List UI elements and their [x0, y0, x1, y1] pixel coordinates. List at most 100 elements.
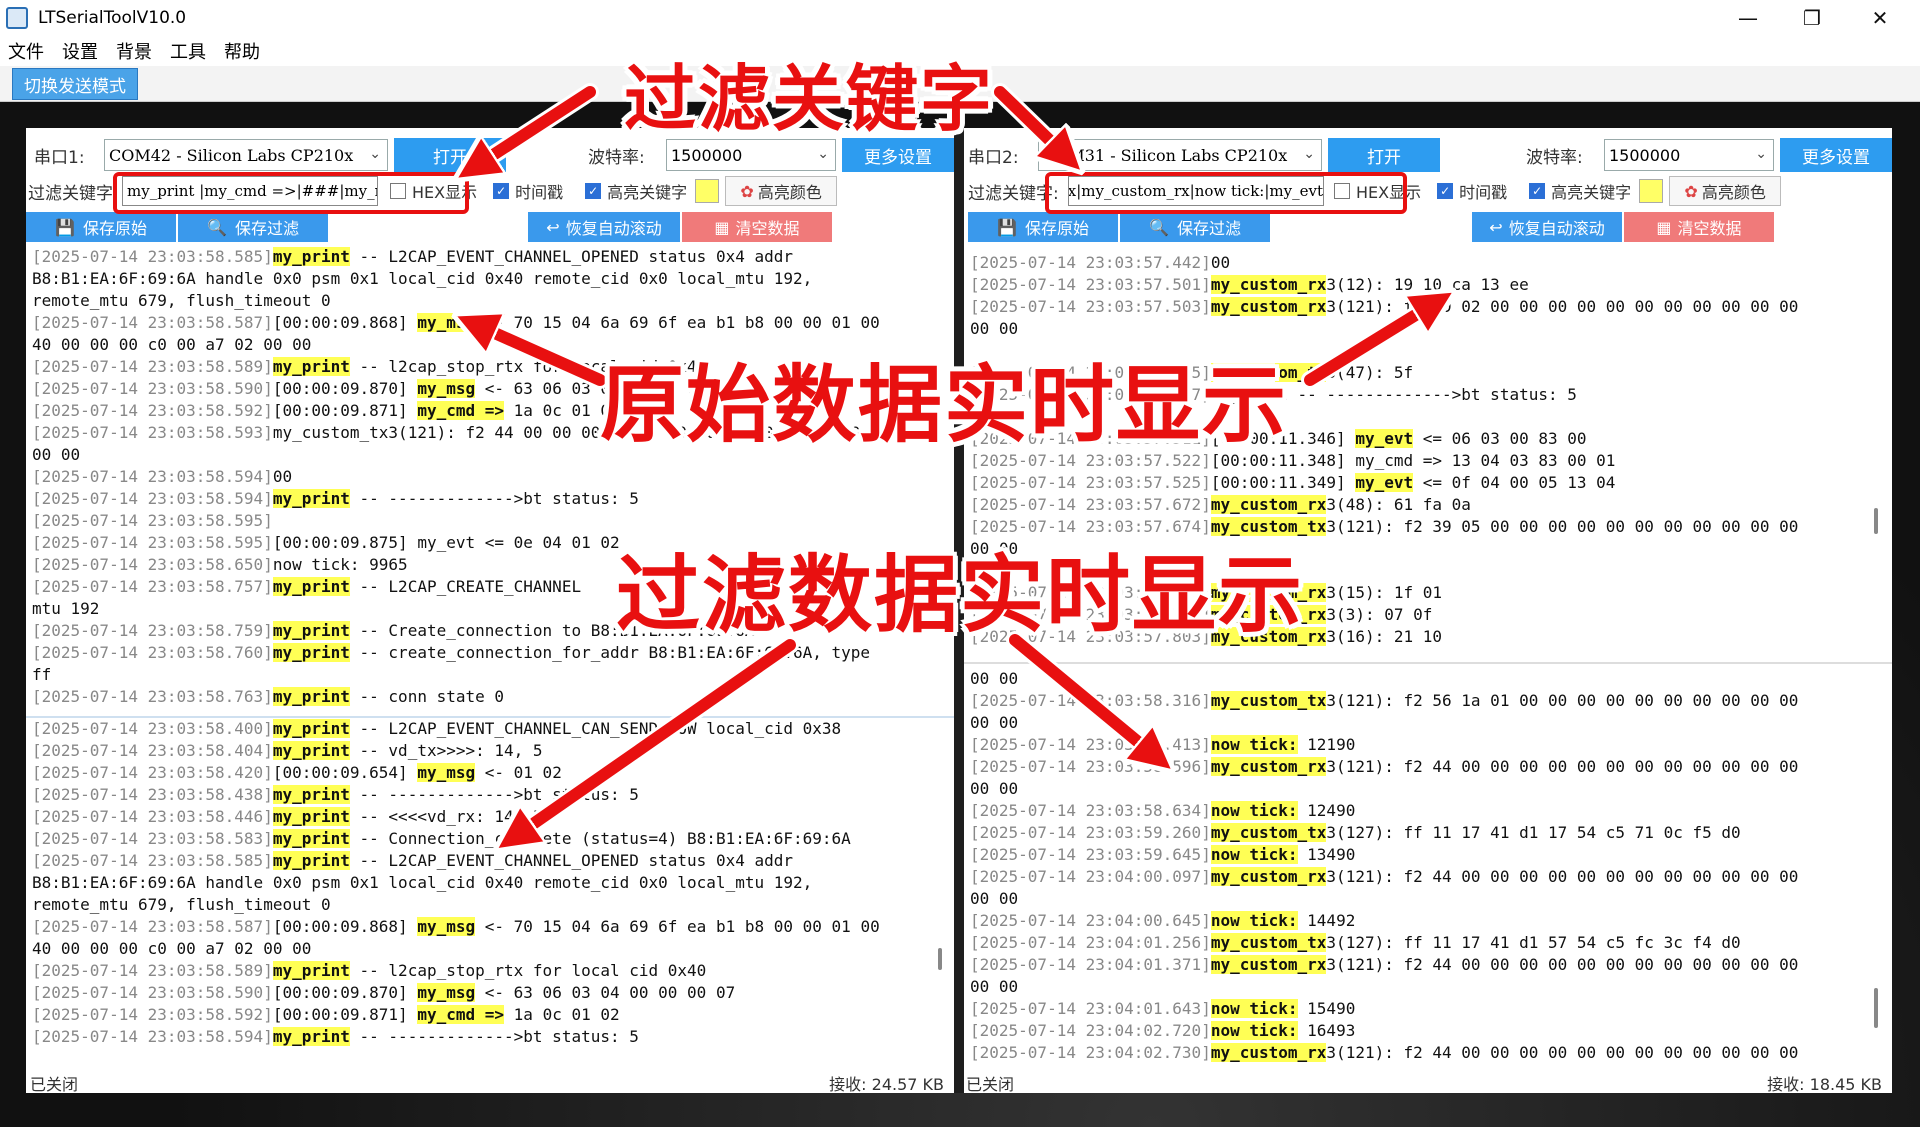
log-text: 3(121): f2 44 00 00 00 00 00 00 00 00 00… [1326, 867, 1799, 886]
clear-data-button[interactable]: ▦ 清空数据 [1624, 212, 1774, 242]
more-settings-button[interactable]: 更多设置 [1780, 138, 1892, 172]
menu-help[interactable]: 帮助 [224, 38, 260, 64]
resume-autoscroll-label: 恢复自动滚动 [565, 219, 662, 238]
log-text: B8:B1:EA:6F:69:6A handle 0x0 psm 0x1 loc… [32, 269, 813, 288]
scrollbar-thumb[interactable] [938, 948, 942, 970]
save-filtered-button[interactable]: 🔍 保存过滤 [1120, 212, 1270, 242]
log-timestamp: [2025-07-14 23:03:58.594] [32, 489, 273, 508]
log-timestamp: [2025-07-14 23:03:59.260] [970, 823, 1211, 842]
scrollbar-thumb[interactable] [1874, 988, 1878, 1028]
log-keyword: now tick: [1210, 1021, 1298, 1040]
log-keyword: my_print [272, 807, 350, 826]
log-splitter[interactable] [964, 662, 1892, 664]
log-text: -- ------------->bt status: 5 [349, 489, 639, 508]
resume-autoscroll-button[interactable]: ↩ 恢复自动滚动 [1472, 212, 1622, 242]
menu-tools[interactable]: 工具 [170, 38, 206, 64]
log-text: 3(3): 07 0f [1326, 605, 1433, 624]
maximize-button[interactable]: ❐ [1784, 0, 1840, 36]
highlight-color-button[interactable]: ✿ 高亮颜色 [1669, 176, 1782, 206]
menu-file[interactable]: 文件 [8, 38, 44, 64]
log-timestamp: [2025-07-14 23:03:58.592] [32, 1005, 273, 1024]
log-timestamp: [2025-07-14 23:03:58.587] [32, 917, 273, 936]
log-timestamp: [2025-07-14 23:03:58.589] [32, 961, 273, 980]
save-filtered-label: 保存过滤 [234, 219, 299, 238]
log-keyword: my_custom_rx [1210, 495, 1327, 514]
log-line: [2025-07-14 23:03:58.763]my_print -- con… [32, 686, 954, 708]
save-raw-button[interactable]: 💾 保存原始 [26, 212, 176, 242]
resume-autoscroll-button[interactable]: ↩ 恢复自动滚动 [528, 212, 680, 242]
status-closed: 已关闭 [966, 1075, 1015, 1094]
log-line: [2025-07-14 23:03:58.594]my_print -- ---… [32, 488, 954, 510]
log-text: <- 63 06 03 04 00 00 00 07 [475, 983, 736, 1002]
log-keyword: my_cmd => [417, 401, 505, 420]
log-text: -- ------------->bt status: 5 [349, 785, 639, 804]
log-text: remote_mtu 679, flush_timeout 0 [32, 895, 331, 914]
clear-data-button[interactable]: ▦ 清空数据 [682, 212, 832, 242]
log-text: B8:B1:EA:6F:69:6A handle 0x0 psm 0x1 loc… [32, 873, 813, 892]
log-timestamp: [2025-07-14 23:04:02.730] [970, 1043, 1211, 1062]
log-timestamp: [2025-07-14 23:04:01.643] [970, 999, 1211, 1018]
highlight-keyword-checkbox[interactable]: ✓ 高亮关键字 [585, 179, 687, 203]
return-icon: ↩ [1489, 217, 1503, 237]
log-line: [2025-07-14 23:04:01.256]my_custom_tx3(1… [970, 932, 1892, 954]
timestamp-checkbox[interactable]: ✓ 时间戳 [493, 179, 563, 203]
filtered-log-view[interactable]: 00 00 [2025-07-14 23:03:58.316]my_custom_… [964, 668, 1892, 1064]
search-icon: 🔍 [1149, 217, 1169, 237]
log-keyword: my_print [272, 851, 350, 870]
baud-label: 波特率: [588, 147, 645, 168]
log-timestamp: [2025-07-14 23:03:59.645] [970, 845, 1211, 864]
filtered-log-view[interactable]: [2025-07-14 23:03:58.400]my_print -- L2C… [26, 718, 954, 1058]
log-text: -- L2CAP_EVENT_CHANNEL_OPENED status 0x4… [349, 851, 793, 870]
port-label: 串口2: [968, 147, 1019, 168]
menu-background[interactable]: 背景 [116, 38, 152, 64]
log-text: 00 00 [32, 445, 81, 464]
baud-select[interactable]: 1500000 ⌄ [1604, 139, 1774, 171]
log-keyword: my_print [272, 1027, 350, 1046]
log-timestamp: [2025-07-14 23:03:58.589] [32, 357, 273, 376]
log-text: 3(127): ff 11 17 41 d1 57 54 c5 fc 3c f4… [1326, 933, 1741, 952]
log-text: 13490 [1297, 845, 1356, 864]
port-select[interactable]: COM31 - Silicon Labs CP210x ⌄ [1038, 139, 1322, 171]
menu-settings[interactable]: 设置 [62, 38, 98, 64]
filter-highlight-box [1045, 172, 1407, 214]
close-button[interactable]: ✕ [1852, 0, 1908, 36]
log-line: [2025-07-14 23:03:58.413]now tick: 12190 [970, 734, 1892, 756]
highlight-color-swatch[interactable] [1639, 179, 1664, 203]
save-filtered-button[interactable]: 🔍 保存过滤 [178, 212, 328, 242]
highlight-keyword-checkbox[interactable]: ✓ 高亮关键字 [1529, 179, 1631, 203]
log-keyword: my_custom_rx [1210, 955, 1327, 974]
log-line: 40 00 00 00 c0 00 a7 02 00 00 [32, 938, 954, 960]
timestamp-label: 时间戳 [1459, 183, 1508, 202]
log-line: [2025-07-14 23:03:58.587][00:00:09.868] … [32, 916, 954, 938]
timestamp-checkbox[interactable]: ✓ 时间戳 [1437, 179, 1507, 203]
open-port-button[interactable]: 打开 [1328, 138, 1440, 172]
log-text: [00:00:11.349] [1210, 473, 1356, 492]
log-timestamp: [2025-07-14 23:03:58.596] [970, 757, 1211, 776]
highlight-color-button[interactable]: ✿ 高亮颜色 [725, 176, 838, 206]
log-text: 3(121): f2 39 02 00 00 00 00 00 00 00 00… [1326, 297, 1799, 316]
annotation-filtered-realtime: 过滤数据实时显示 [616, 546, 1305, 644]
log-line: [2025-07-14 23:03:58.446]my_print -- <<<… [32, 806, 954, 828]
log-text: [00:00:09.868] [272, 313, 418, 332]
log-keyword: my_print [272, 489, 350, 508]
open-port-button[interactable]: 打开 [394, 138, 506, 172]
log-text: 12190 [1297, 735, 1356, 754]
log-line: B8:B1:EA:6F:69:6A handle 0x0 psm 0x1 loc… [32, 268, 954, 290]
log-keyword: now tick: [1210, 911, 1298, 930]
minimize-button[interactable]: — [1720, 0, 1776, 36]
log-line: [2025-07-14 23:03:57.501]my_custom_rx3(1… [970, 274, 1892, 296]
highlight-color-swatch[interactable] [695, 179, 720, 203]
log-line: [2025-07-14 23:03:58.596]my_custom_rx3(1… [970, 756, 1892, 778]
switch-send-mode-button[interactable]: 切换发送模式 [12, 68, 138, 100]
log-timestamp: [2025-07-14 23:04:01.256] [970, 933, 1211, 952]
log-keyword: my_msg [417, 917, 476, 936]
scrollbar-thumb[interactable] [1874, 508, 1878, 534]
log-keyword: my_print [272, 357, 350, 376]
save-raw-button[interactable]: 💾 保存原始 [968, 212, 1118, 242]
log-timestamp: [2025-07-14 23:04:00.097] [970, 867, 1211, 886]
port-select[interactable]: COM42 - Silicon Labs CP210x ⌄ [104, 139, 388, 171]
log-line: 00 00 [970, 712, 1892, 734]
log-text: 40 00 00 00 c0 00 a7 02 00 00 [32, 939, 312, 958]
app-window: LTSerialToolV10.0 — ❐ ✕ 文件 设置 背景 工具 帮助 切… [0, 0, 1920, 1127]
log-keyword: my_print [272, 741, 350, 760]
